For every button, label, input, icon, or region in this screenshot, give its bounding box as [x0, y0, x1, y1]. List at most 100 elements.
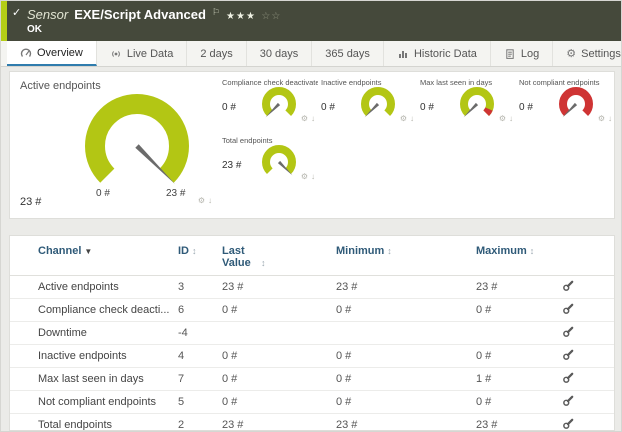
tab-settings[interactable]: ⚙ Settings [553, 41, 622, 66]
last-value: 23 # [218, 414, 332, 432]
channel-settings-icon[interactable] [562, 417, 575, 431]
maximum-value: 0 # [472, 299, 552, 322]
status-badge: OK [27, 24, 42, 35]
download-icon[interactable]: ↓ [509, 114, 513, 123]
gauge-value: 0 # [420, 102, 434, 113]
star-rating-empty: ☆☆ [261, 11, 281, 22]
tab-label: 2 days [200, 48, 232, 60]
download-icon[interactable]: ↓ [208, 196, 212, 205]
gear-icon[interactable]: ⚙ [301, 172, 308, 181]
channel-name[interactable]: Not compliant endpoints [10, 391, 174, 414]
last-value: 0 # [218, 299, 332, 322]
prtg-sensor-page: ✓ Sensor EXE/Script Advanced ⚐ ★★★ ☆☆ OK… [0, 0, 622, 432]
channel-settings-icon[interactable] [562, 394, 575, 410]
gauge-actions: ⚙↓ [301, 114, 315, 123]
gauge-dial [62, 82, 212, 211]
minimum-value: 0 # [332, 368, 472, 391]
status-stripe [1, 1, 7, 41]
gauge-min-label: 0 # [96, 188, 110, 199]
gauge-icon [20, 47, 32, 59]
table-row: Inactive endpoints40 #0 #0 # [10, 345, 615, 368]
priority-stars[interactable]: ★★★ ☆☆ [226, 6, 281, 24]
column-header-channel[interactable]: Channel▼ [10, 236, 174, 276]
maximum-value: 0 # [472, 391, 552, 414]
minimum-value: 0 # [332, 299, 472, 322]
sort-icon: ▼ [84, 247, 92, 256]
gauge-value: 0 # [519, 102, 533, 113]
tab-label: Settings [581, 48, 621, 60]
channel-table-panel: Channel▼ID↕Last Value↕Minimum↕Maximum↕ A… [9, 235, 615, 431]
tab-log[interactable]: Log [491, 41, 553, 66]
tab-label: 365 days [325, 48, 370, 60]
last-value: 0 # [218, 345, 332, 368]
gauge-max-last-seen-in-days: Max last seen in days0 #⚙↓ [418, 72, 517, 130]
tab-2-days[interactable]: 2 days [187, 41, 246, 66]
tab-30-days[interactable]: 30 days [247, 41, 313, 66]
gear-icon[interactable]: ⚙ [598, 114, 605, 123]
tab-historic-data[interactable]: Historic Data [384, 41, 491, 66]
gauge-max-label: 23 # [166, 188, 185, 199]
gauge-actions: ⚙↓ [301, 172, 315, 181]
download-icon[interactable]: ↓ [311, 114, 315, 123]
check-icon: ✓ [12, 6, 21, 19]
tab-label: Live Data [127, 48, 173, 60]
channel-id: 2 [174, 414, 218, 432]
channel-name[interactable]: Downtime [10, 322, 174, 345]
channel-id: -4 [174, 322, 218, 345]
channel-name[interactable]: Total endpoints [10, 414, 174, 432]
table-row: Compliance check deacti...60 #0 #0 # [10, 299, 615, 322]
channel-settings-icon[interactable] [562, 279, 575, 295]
channel-id: 5 [174, 391, 218, 414]
channel-id: 6 [174, 299, 218, 322]
gear-icon[interactable]: ⚙ [400, 114, 407, 123]
maximum-value: 1 # [472, 368, 552, 391]
gear-icon[interactable]: ⚙ [301, 114, 308, 123]
channel-name[interactable]: Compliance check deacti... [10, 299, 174, 322]
table-row: Downtime-4 [10, 322, 615, 345]
channel-settings-icon[interactable] [562, 371, 575, 387]
chart-icon [397, 48, 409, 60]
maximum-value: 0 # [472, 345, 552, 368]
gear-icon[interactable]: ⚙ [499, 114, 506, 123]
channel-name[interactable]: Max last seen in days [10, 368, 174, 391]
tab-live-data[interactable]: Live Data [97, 41, 187, 66]
column-header-id[interactable]: ID↕ [174, 236, 218, 276]
gauge-actions: ⚙↓ [400, 114, 414, 123]
tab-365-days[interactable]: 365 days [312, 41, 384, 66]
download-icon[interactable]: ↓ [311, 172, 315, 181]
column-header-maximum[interactable]: Maximum↕ [472, 236, 552, 276]
column-header-minimum[interactable]: Minimum↕ [332, 236, 472, 276]
small-gauges: Compliance check deactivated0 #⚙↓Inactiv… [220, 72, 616, 218]
gauge-value: 23 # [222, 160, 241, 171]
table-row: Active endpoints323 #23 #23 # [10, 276, 615, 299]
minimum-value: 0 # [332, 391, 472, 414]
gauge-dial [256, 84, 302, 129]
channel-id: 4 [174, 345, 218, 368]
gear-icon: ⚙ [566, 47, 576, 60]
channel-settings-icon[interactable] [562, 348, 575, 364]
last-value: 0 # [218, 391, 332, 414]
gauge-actions: ⚙ ↓ [198, 196, 212, 205]
gauge-dial [256, 142, 302, 187]
channel-settings-icon[interactable] [562, 325, 575, 341]
column-label: Minimum [336, 245, 384, 257]
channel-name[interactable]: Active endpoints [10, 276, 174, 299]
last-value: 0 # [218, 368, 332, 391]
tab-label: Log [521, 48, 539, 60]
tab-overview[interactable]: Overview [7, 41, 97, 66]
column-label: Channel [38, 245, 81, 257]
gauge-actions: ⚙↓ [598, 114, 612, 123]
download-icon[interactable]: ↓ [410, 114, 414, 123]
gear-icon[interactable]: ⚙ [198, 196, 205, 205]
maximum-value: 23 # [472, 414, 552, 432]
gauge-inactive-endpoints: Inactive endpoints0 #⚙↓ [319, 72, 418, 130]
minimum-value: 23 # [332, 414, 472, 432]
column-label: ID [178, 245, 189, 257]
flag-icon[interactable]: ⚐ [212, 7, 220, 18]
column-header-last-value[interactable]: Last Value↕ [218, 236, 332, 276]
maximum-value [472, 322, 552, 345]
gauge-value: 0 # [222, 102, 236, 113]
download-icon[interactable]: ↓ [608, 114, 612, 123]
channel-settings-icon[interactable] [562, 302, 575, 318]
channel-name[interactable]: Inactive endpoints [10, 345, 174, 368]
